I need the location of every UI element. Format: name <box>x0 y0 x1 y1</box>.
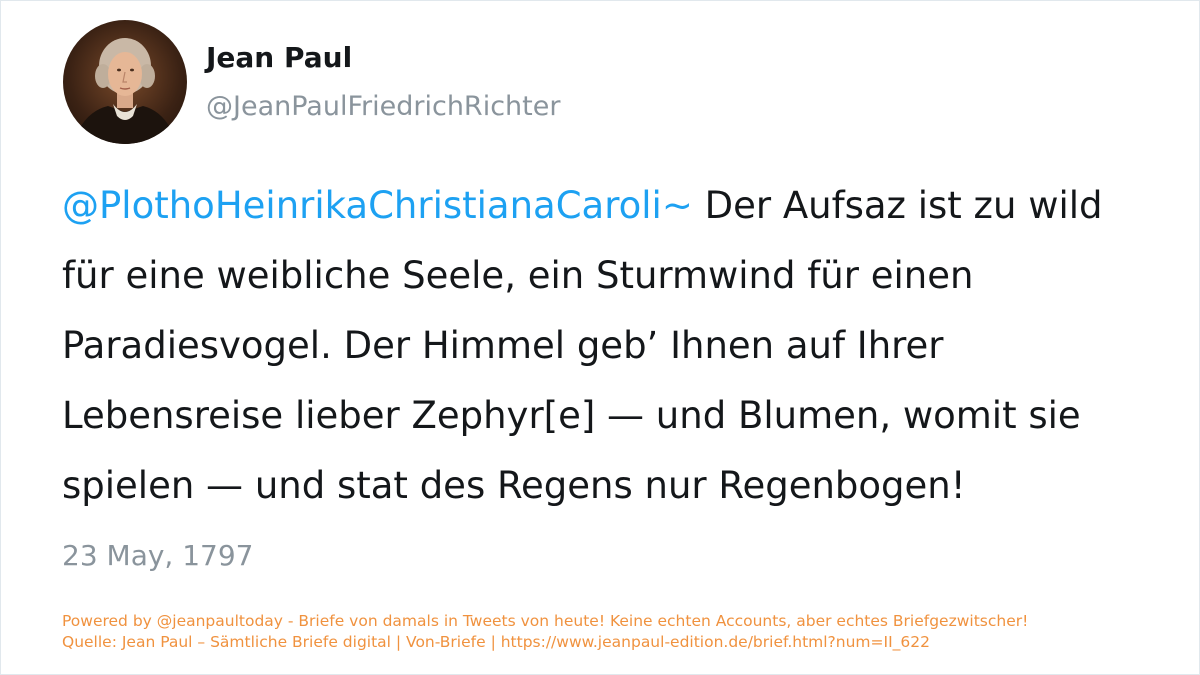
tweet-card: Jean Paul @JeanPaulFriedrichRichter @Plo… <box>0 0 1200 675</box>
author-handle[interactable]: @JeanPaulFriedrichRichter <box>206 91 560 122</box>
mention-link[interactable]: @PlothoHeinrikaChristianaCaroli~ <box>62 184 693 227</box>
tweet-date[interactable]: 23 May, 1797 <box>62 539 253 572</box>
avatar[interactable] <box>63 20 187 144</box>
author-name[interactable]: Jean Paul <box>206 41 352 74</box>
footer: Powered by @jeanpaultoday - Briefe von d… <box>62 611 1182 653</box>
powered-by-text: Powered by @jeanpaultoday - Briefe von d… <box>62 612 1029 630</box>
source-text: Quelle: Jean Paul – Sämtliche Briefe dig… <box>62 633 930 651</box>
tweet-body: Der Aufsaz ist zu wild für eine weiblich… <box>62 184 1103 507</box>
tweet-text: @PlothoHeinrikaChristianaCaroli~ Der Auf… <box>62 171 1142 521</box>
portrait-avatar-icon <box>73 38 177 144</box>
